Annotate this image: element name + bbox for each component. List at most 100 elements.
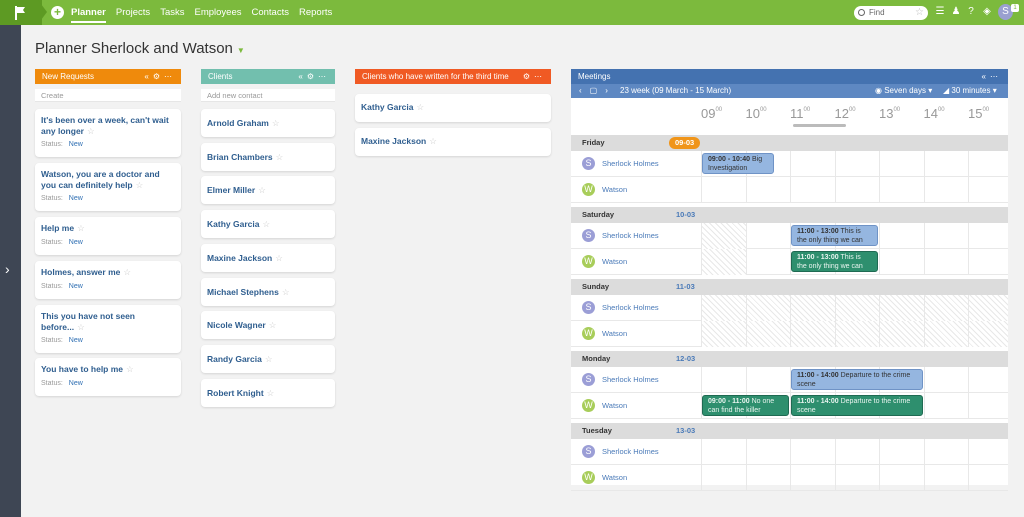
client-name[interactable]: Nicole Wagner ☆ [207,320,329,331]
request-title[interactable]: Watson, you are a doctor and you can def… [41,169,175,190]
meeting-event[interactable]: 09:00 - 11:00 No one can find the killer [702,395,789,416]
client-card[interactable]: Robert Knight ☆ [201,378,335,407]
request-title[interactable]: Help me ☆ [41,223,175,234]
person-name[interactable]: Sherlock Holmes [602,159,659,168]
star-icon[interactable]: ☆ [915,6,924,20]
meeting-event[interactable]: 11:00 - 13:00 This is the only thing we … [791,251,878,272]
request-card[interactable]: Watson, you are a doctor and you can def… [35,163,181,211]
request-card[interactable]: Holmes, answer me ☆ Status: New [35,261,181,299]
person-name[interactable]: Sherlock Holmes [602,447,659,456]
nav-reports[interactable]: Reports [299,0,332,25]
star-icon[interactable]: ☆ [126,364,134,374]
star-icon[interactable]: ☆ [416,102,424,112]
nav-tasks[interactable]: Tasks [160,0,184,25]
star-icon[interactable]: ☆ [267,388,275,398]
menu-icon[interactable]: ☰ [934,5,946,19]
client-name[interactable]: Maxine Jackson ☆ [207,253,329,264]
person-icon[interactable]: ♟ [950,5,962,19]
client-name[interactable]: Maxine Jackson ☆ [361,136,545,147]
client-card[interactable]: Kathy Garcia ☆ [355,94,551,122]
client-name[interactable]: Elmer Miller ☆ [207,185,329,196]
star-icon[interactable]: ☆ [262,219,270,229]
request-card[interactable]: It's been over a week, can't wait any lo… [35,109,181,157]
step-select[interactable]: ◢ 30 minutes ▾ [943,84,997,98]
request-title[interactable]: Holmes, answer me ☆ [41,267,175,278]
client-name[interactable]: Robert Knight ☆ [207,388,329,399]
person-avatar[interactable]: W [582,471,595,484]
nav-planner[interactable]: Planner [71,0,106,25]
meeting-event[interactable]: 09:00 - 10:40 Big Investigation [702,153,775,174]
client-name[interactable]: Randy Garcia ☆ [207,354,329,365]
person-name[interactable]: Sherlock Holmes [602,375,659,384]
layers-icon[interactable]: ◈ [981,5,993,19]
star-icon[interactable]: ☆ [87,126,95,136]
star-icon[interactable]: ☆ [265,354,273,364]
star-icon[interactable]: ☆ [282,287,290,297]
nav-contacts[interactable]: Contacts [251,0,289,25]
person-avatar[interactable]: W [582,255,595,268]
timeline-scrollbar[interactable] [793,124,846,127]
star-icon[interactable]: ☆ [123,267,131,277]
nav-projects[interactable]: Projects [116,0,150,25]
add-button[interactable]: + [51,6,64,19]
request-title[interactable]: It's been over a week, can't wait any lo… [41,115,175,136]
person-avatar[interactable]: S [582,229,595,242]
star-icon[interactable]: ☆ [272,118,280,128]
meeting-event[interactable]: 11:00 - 14:00 Departure to the crime sce… [791,369,923,390]
request-card[interactable]: Help me ☆ Status: New [35,217,181,255]
meeting-event[interactable]: 11:00 - 14:00 Departure to the crime sce… [791,395,923,416]
person-avatar[interactable]: S [582,157,595,170]
person-avatar[interactable]: W [582,183,595,196]
add-contact-input[interactable]: Add new contact [201,89,335,102]
star-icon[interactable]: ☆ [258,185,266,195]
nav-employees[interactable]: Employees [194,0,241,25]
logo[interactable] [0,0,42,25]
person-avatar[interactable]: S [582,445,595,458]
person-avatar[interactable]: W [582,399,595,412]
search-box[interactable]: Find ☆ [854,6,928,20]
client-card[interactable]: Randy Garcia ☆ [201,344,335,373]
person-avatar[interactable]: S [582,373,595,386]
dropdown-caret-icon[interactable]: ▼ [237,46,245,55]
meeting-event[interactable]: 11:00 - 13:00 This is the only thing we … [791,225,878,246]
client-name[interactable]: Brian Chambers ☆ [207,152,329,163]
help-icon[interactable]: ? [965,5,977,19]
request-title[interactable]: You have to help me ☆ [41,364,175,375]
client-card[interactable]: Brian Chambers ☆ [201,142,335,171]
client-card[interactable]: Elmer Miller ☆ [201,176,335,205]
client-card[interactable]: Maxine Jackson ☆ [355,128,551,156]
search-input[interactable]: Find [869,8,885,17]
person-name[interactable]: Watson [602,473,627,482]
star-icon[interactable]: ☆ [77,322,85,332]
week-nav-arrows-icon[interactable]: ‹▢› [579,84,616,98]
person-name[interactable]: Sherlock Holmes [602,231,659,240]
person-name[interactable]: Watson [602,185,627,194]
request-card[interactable]: This you have not seen before... ☆ Status:… [35,305,181,353]
create-request-input[interactable]: Create [35,89,181,102]
person-name[interactable]: Watson [602,401,627,410]
person-name[interactable]: Sherlock Holmes [602,303,659,312]
request-card[interactable]: You have to help me ☆ Status: New [35,358,181,396]
range-select[interactable]: ◉ Seven days ▾ [875,84,932,98]
star-icon[interactable]: ☆ [429,136,437,146]
star-icon[interactable]: ☆ [136,180,144,190]
star-icon[interactable]: ☆ [77,223,85,233]
expand-chevron-icon[interactable]: › [5,261,10,277]
panel-actions-icon[interactable]: «⋯ [982,69,1002,84]
client-card[interactable]: Nicole Wagner ☆ [201,311,335,340]
column-actions-icon[interactable]: «⚙⋯ [144,69,176,84]
column-actions-icon[interactable]: ⚙⋯ [523,69,546,84]
client-name[interactable]: Michael Stephens ☆ [207,287,329,298]
person-avatar[interactable]: S [582,301,595,314]
person-name[interactable]: Watson [602,257,627,266]
client-name[interactable]: Kathy Garcia ☆ [361,102,545,113]
client-card[interactable]: Maxine Jackson ☆ [201,243,335,272]
star-icon[interactable]: ☆ [276,152,284,162]
client-card[interactable]: Arnold Graham ☆ [201,109,335,137]
client-card[interactable]: Kathy Garcia ☆ [201,210,335,239]
client-name[interactable]: Arnold Graham ☆ [207,118,329,129]
request-title[interactable]: This you have not seen before... ☆ [41,311,175,332]
person-avatar[interactable]: W [582,327,595,340]
column-actions-icon[interactable]: «⚙⋯ [298,69,330,84]
client-name[interactable]: Kathy Garcia ☆ [207,219,329,230]
